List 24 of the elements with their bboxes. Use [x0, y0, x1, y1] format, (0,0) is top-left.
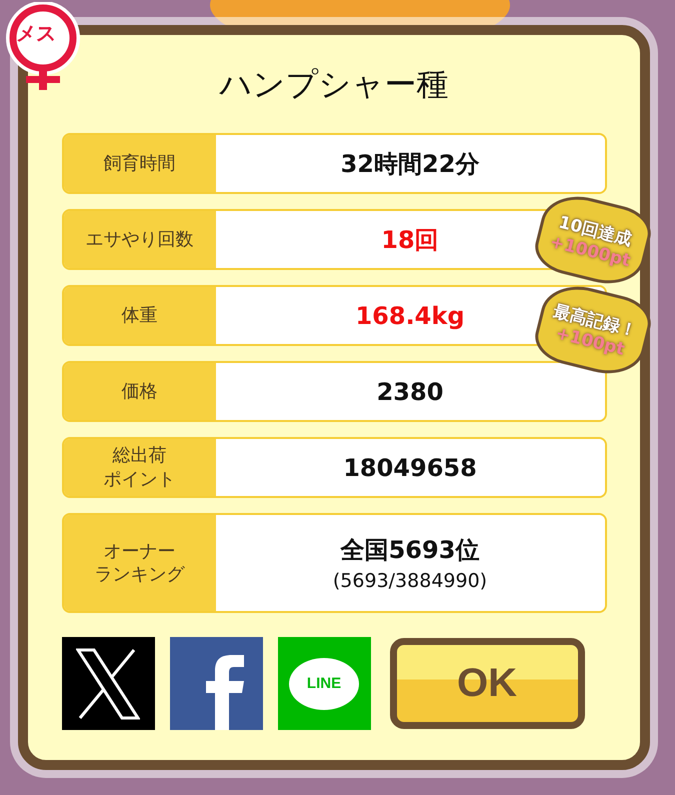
line-share-button[interactable]: LINE [278, 637, 370, 730]
x-share-button[interactable] [62, 637, 154, 730]
stat-label: 価格 [64, 363, 216, 420]
stat-value: 168.4kg [355, 302, 465, 330]
stat-value: 18回 [381, 224, 439, 256]
stat-label-line: 総出荷 [112, 444, 168, 468]
facebook-logo-icon [206, 653, 246, 730]
ok-button[interactable]: OK [390, 638, 584, 729]
stat-label-line: ランキング [94, 563, 184, 586]
stat-value: 32時間22分 [340, 148, 480, 180]
stat-label-line: ポイント [104, 468, 176, 491]
stat-label: エサやり回数 [64, 211, 216, 268]
stat-value: 全国5693位 [340, 535, 480, 566]
stat-value: 2380 [376, 378, 444, 406]
x-logo-icon [76, 648, 140, 720]
stat-label: 体重 [64, 287, 216, 344]
stat-detail: (5693/3884990) [332, 570, 488, 592]
breed-title: ハンプシャー種 [220, 64, 448, 105]
facebook-share-button[interactable] [170, 637, 262, 730]
gender-label: メス [16, 20, 56, 47]
stat-label-line: オーナー [102, 540, 176, 563]
speech-bubble-icon: LINE [289, 658, 359, 710]
stat-label: 飼育時間 [64, 135, 216, 192]
stat-value: 18049658 [343, 454, 477, 482]
